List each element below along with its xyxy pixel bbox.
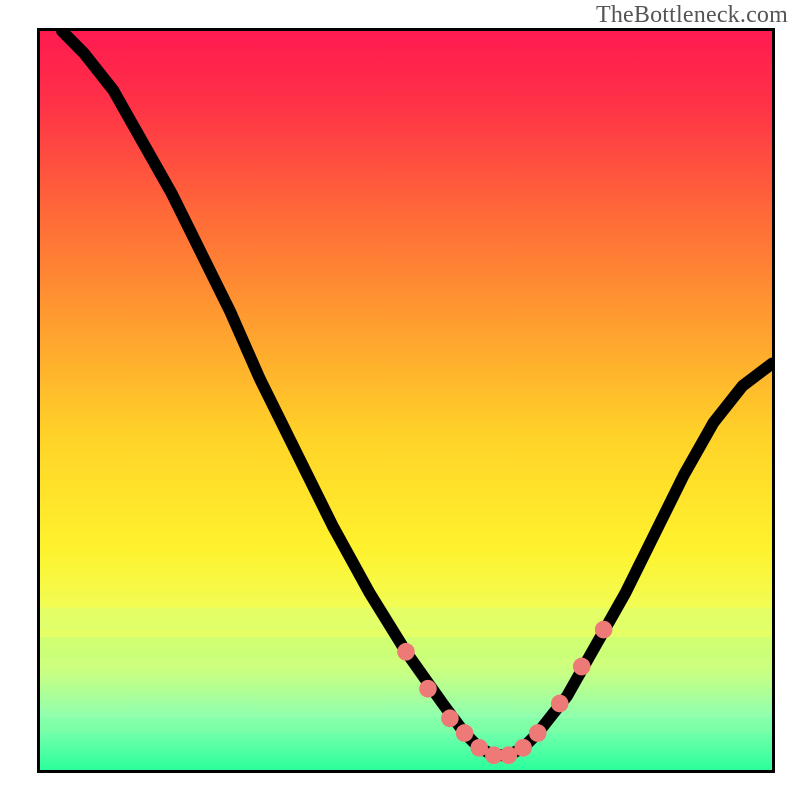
marker-dot	[419, 680, 437, 698]
highlight-band-3	[40, 718, 772, 733]
chart-stage: TheBottleneck.com	[0, 0, 800, 800]
marker-dot	[573, 658, 591, 676]
marker-dot	[514, 739, 532, 757]
marker-dot	[551, 695, 569, 713]
watermark-text: TheBottleneck.com	[596, 2, 788, 29]
plot-area	[37, 28, 775, 773]
marker-dot	[456, 724, 474, 742]
marker-dot	[529, 724, 547, 742]
marker-dot	[441, 709, 459, 727]
chart-svg	[40, 31, 772, 770]
marker-dot	[595, 621, 613, 639]
marker-dot	[397, 643, 415, 661]
highlight-band-1	[40, 607, 772, 629]
